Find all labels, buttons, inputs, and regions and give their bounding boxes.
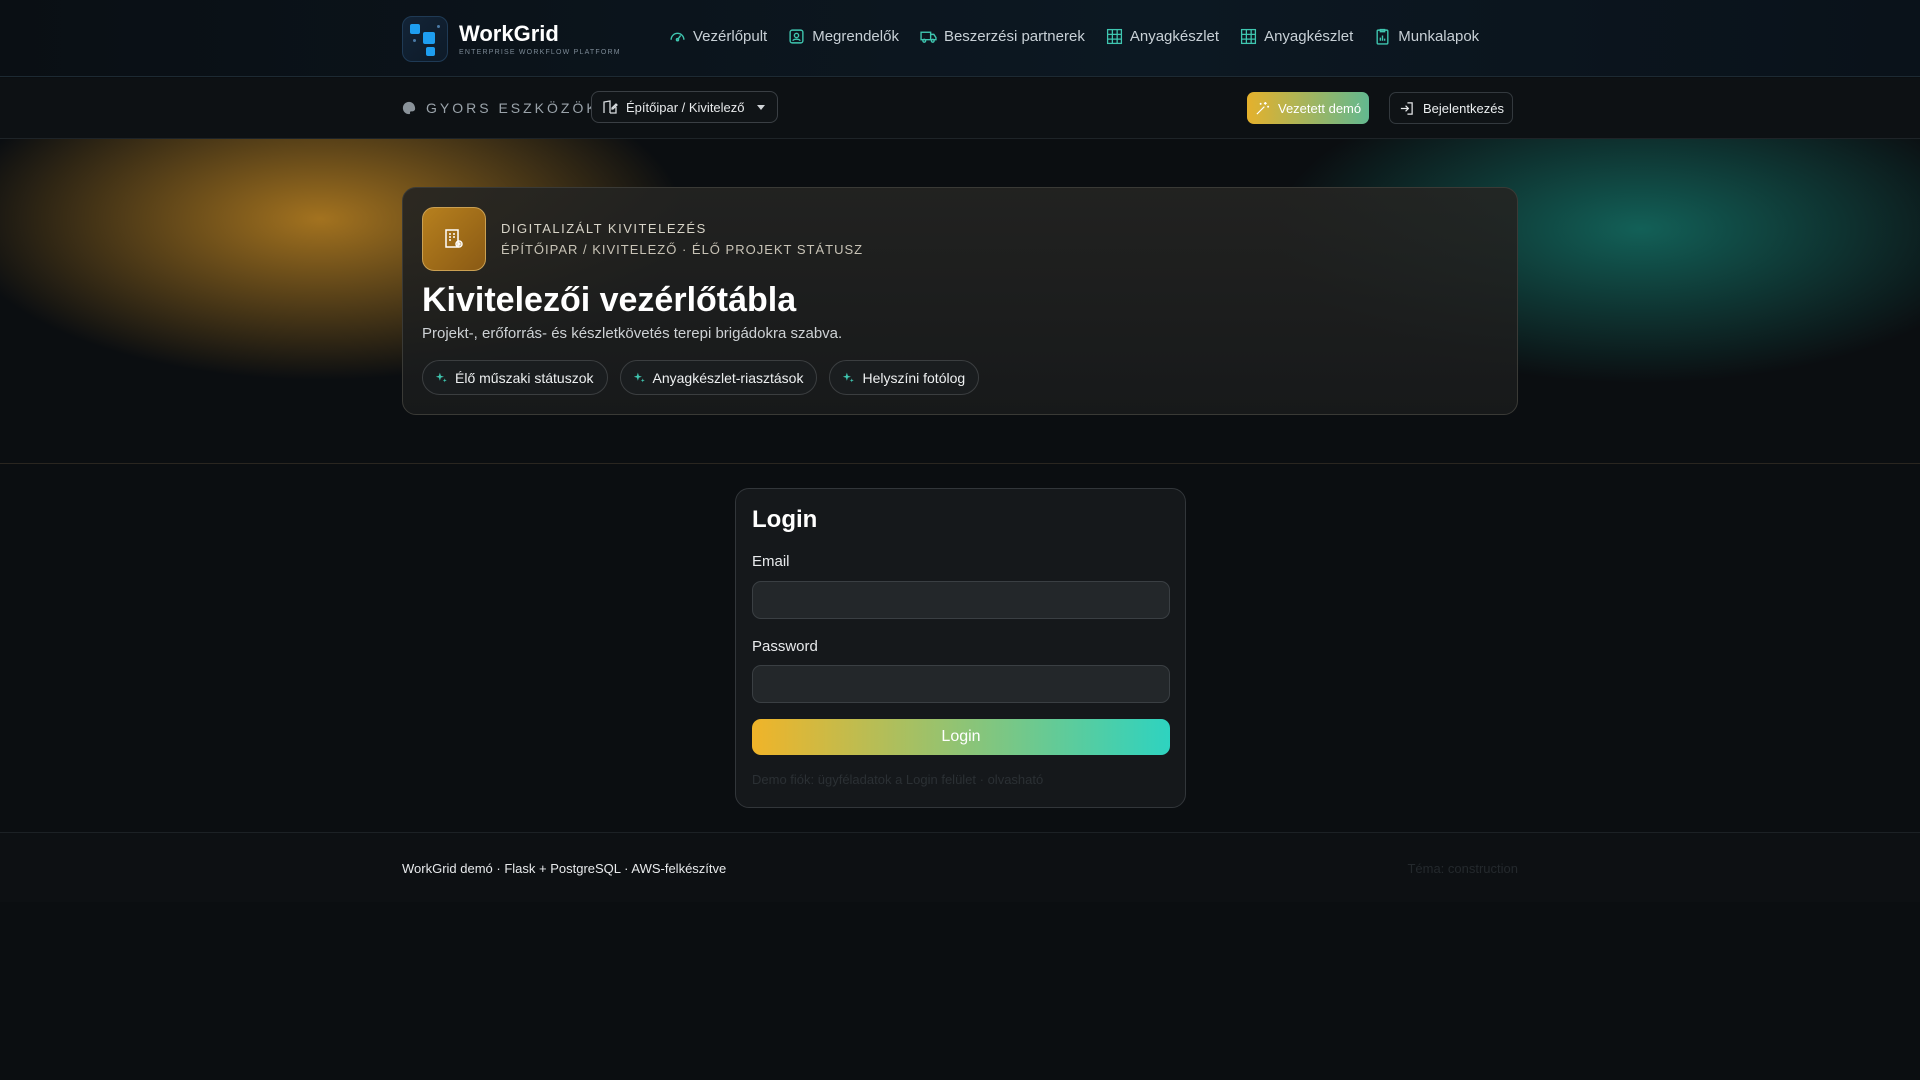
quick-tools-label: GYORS ESZKÖZÖK <box>426 100 599 116</box>
nav-item-inventory-2[interactable]: Anyagkészlet <box>1240 28 1353 45</box>
page-title: Kivitelezői vezérlőtábla <box>422 281 797 319</box>
hero-card: DIGITALIZÁLT KIVITELEZÉS ÉPÍTŐIPAR / KIV… <box>402 187 1518 415</box>
magic-wand-icon <box>1256 101 1270 115</box>
login-submit-button[interactable]: Login <box>752 719 1170 755</box>
person-badge-icon <box>789 29 804 44</box>
sector-select[interactable]: Építőipar / Kivitelező <box>591 91 778 123</box>
brand[interactable]: WorkGrid ENTERPRISE WORKFLOW PLATFORM <box>402 16 621 62</box>
signin-button[interactable]: Bejelentkezés <box>1389 92 1513 124</box>
grid-icon <box>1106 28 1122 45</box>
footer-theme: Téma: construction <box>1407 861 1518 876</box>
guided-demo-label: Vezetett demó <box>1278 100 1362 116</box>
nav-label: Anyagkészlet <box>1129 28 1220 45</box>
chip-label: Helyszíni fotólog <box>862 369 966 386</box>
hero-eyebrow: DIGITALIZÁLT KIVITELEZÉS <box>501 221 707 236</box>
chip-live-status[interactable]: Élő műszaki státuszok <box>422 360 608 395</box>
footer: WorkGrid demó · Flask + PostgreSQL · AWS… <box>0 832 1920 902</box>
footer-credits: WorkGrid demó · Flask + PostgreSQL · AWS… <box>402 861 727 876</box>
brand-name: WorkGrid <box>459 21 559 46</box>
hero-description: Projekt-, erőforrás- és készletkövetés t… <box>422 325 843 342</box>
main-nav: Vezérlőpult Megrendelők Beszerzési partn… <box>669 28 1479 45</box>
clipboard-chart-icon <box>1376 28 1389 45</box>
chip-inventory-alerts[interactable]: Anyagkészlet-riasztások <box>619 360 818 395</box>
nav-item-dashboard[interactable]: Vezérlőpult <box>669 28 767 45</box>
feature-chips: Élő műszaki státuszok Anyagkészlet-riasz… <box>422 360 980 395</box>
nav-item-inventory-1[interactable]: Anyagkészlet <box>1106 28 1219 45</box>
sector-select-value: Építőipar / Kivitelező <box>626 99 745 115</box>
truck-icon <box>920 31 937 43</box>
signin-label: Bejelentkezés <box>1423 100 1504 116</box>
password-field[interactable] <box>752 665 1170 703</box>
email-field[interactable] <box>752 581 1170 619</box>
login-card: Login Email Password Login Demo fiók: üg… <box>735 488 1186 808</box>
nav-item-suppliers[interactable]: Beszerzési partnerek <box>920 28 1085 45</box>
nav-label: Munkalapok <box>1398 28 1480 45</box>
nav-item-worksheets[interactable]: Munkalapok <box>1374 28 1479 45</box>
quick-tools: GYORS ESZKÖZÖK <box>402 100 599 116</box>
nav-label: Beszerzési partnerek <box>943 28 1085 45</box>
guided-demo-button[interactable]: Vezetett demó <box>1247 92 1370 124</box>
nav-label: Vezérlőpult <box>693 28 768 45</box>
caret-down-icon <box>756 104 765 110</box>
sparkle-icon <box>633 372 645 383</box>
chip-site-photolog[interactable]: Helyszíni fotólog <box>829 360 980 395</box>
nav-item-customers[interactable]: Megrendelők <box>788 28 899 45</box>
top-navbar: WorkGrid ENTERPRISE WORKFLOW PLATFORM Ve… <box>0 0 1920 77</box>
quick-toolbar: GYORS ESZKÖZÖK Építőipar / Kivitelező Ve… <box>0 78 1920 139</box>
sign-in-icon <box>1400 101 1413 115</box>
login-hint: Demo fiók: ügyféladatok a Login felület … <box>752 772 1044 787</box>
login-title: Login <box>752 506 818 533</box>
hero-subeyebrow: ÉPÍTŐIPAR / KIVITELEZŐ · ÉLŐ PROJEKT STÁ… <box>501 242 864 257</box>
speedometer-icon <box>670 32 685 42</box>
password-label: Password <box>752 638 818 655</box>
chip-label: Anyagkészlet-riasztások <box>652 369 804 386</box>
grid-icon <box>1241 28 1257 45</box>
hero-section: DIGITALIZÁLT KIVITELEZÉS ÉPÍTŐIPAR / KIV… <box>0 139 1920 464</box>
chip-label: Élő műszaki státuszok <box>455 369 594 386</box>
brand-tagline: ENTERPRISE WORKFLOW PLATFORM <box>459 49 621 56</box>
nav-label: Megrendelők <box>812 28 899 45</box>
nav-label: Anyagkészlet <box>1264 28 1354 45</box>
sparkle-icon <box>843 372 855 383</box>
building-edit-icon <box>603 100 618 114</box>
building-gear-icon <box>422 207 486 271</box>
workgrid-logo-icon <box>402 16 448 62</box>
sparkle-icon <box>435 372 447 383</box>
email-label: Email <box>752 553 790 570</box>
palette-icon <box>402 101 416 115</box>
